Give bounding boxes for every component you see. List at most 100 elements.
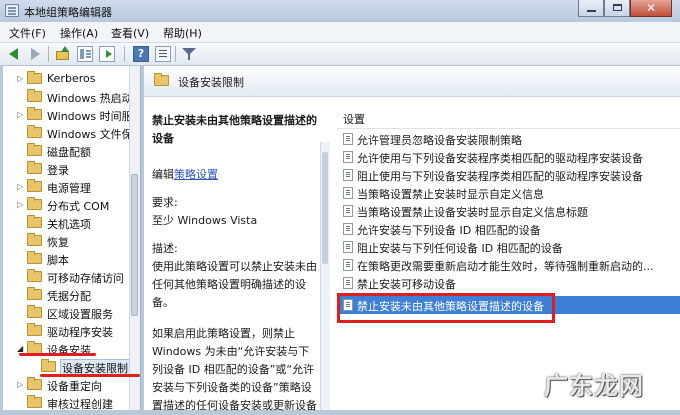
scrollbar-thumb[interactable] xyxy=(322,152,328,264)
policy-row[interactable]: 允许使用与下列设备安装程序类相匹配的驱动程序安装设备 xyxy=(337,148,680,166)
expand-icon[interactable]: ▷ xyxy=(17,381,25,389)
maximize-button[interactable] xyxy=(604,0,630,17)
folder-icon xyxy=(27,251,42,264)
edit-line: 编辑策略设置 xyxy=(152,166,218,182)
folder-icon xyxy=(27,143,42,156)
expand-icon[interactable] xyxy=(17,399,25,407)
forward-button[interactable] xyxy=(27,46,43,62)
menu-bar: 文件(F) 操作(A) 查看(V) 帮助(H) xyxy=(0,22,680,43)
tree-item-label: 电源管理 xyxy=(47,182,91,195)
tree-item[interactable]: 登录 xyxy=(3,160,130,178)
expand-icon[interactable] xyxy=(17,165,25,173)
tree-item[interactable]: 可移动存储访问 xyxy=(3,268,130,286)
edit-policy-link[interactable]: 策略设置 xyxy=(174,168,218,181)
tree-item[interactable]: 恢复 xyxy=(3,232,130,250)
expand-icon[interactable] xyxy=(17,327,25,335)
maximize-icon xyxy=(613,4,622,11)
menu-file[interactable]: 文件(F) xyxy=(9,25,46,41)
requirements-label: 要求: xyxy=(152,196,178,209)
policy-row[interactable]: 阻止安装与下列任何设备 ID 相匹配的设备 xyxy=(337,238,680,256)
tree-item[interactable]: ▷ 设备重定向 xyxy=(3,376,130,394)
minimize-button[interactable] xyxy=(578,0,604,17)
policy-row[interactable]: 禁止安装可移动设备 xyxy=(337,274,680,292)
tree-item[interactable]: 脚本 xyxy=(3,250,130,268)
tree-item[interactable]: ▷ 电源管理 xyxy=(3,178,130,196)
policy-title: 禁止安装未由其他策略设置描述的设备 xyxy=(152,114,317,145)
back-button[interactable] xyxy=(7,46,23,62)
expand-icon[interactable]: ▷ xyxy=(17,201,25,209)
tree-item[interactable]: Windows 文件保 xyxy=(3,124,133,142)
tree-item[interactable]: 驱动程序安装 xyxy=(3,322,130,340)
tree-item[interactable]: 磁盘配额 xyxy=(3,142,130,160)
expand-icon[interactable] xyxy=(17,219,25,227)
expand-icon[interactable] xyxy=(17,309,25,317)
policy-setting-icon xyxy=(343,205,353,217)
tree-item[interactable]: 凭据分配 xyxy=(3,286,130,304)
tree-item[interactable]: ▷ Kerberos xyxy=(3,70,130,88)
policy-row[interactable]: 阻止使用与下列设备安装程序类相匹配的驱动程序安装设备 xyxy=(337,166,680,184)
menu-help[interactable]: 帮助(H) xyxy=(163,25,202,41)
close-button[interactable]: ✕ xyxy=(630,0,672,17)
expand-icon[interactable]: ▷ xyxy=(17,111,25,119)
title-bar: 本地组策略编辑器 ✕ xyxy=(0,0,680,22)
forward-arrow-icon xyxy=(31,48,40,60)
edit-prefix: 编辑 xyxy=(152,168,174,181)
requirements-value: 至少 Windows Vista xyxy=(152,214,258,227)
back-arrow-icon xyxy=(9,48,18,60)
description-body-more: 如果启用此策略设置，则禁止 Windows 为未由“允许安装与下列设备 ID 相… xyxy=(152,327,317,412)
policy-label: 当策略设置禁止安装时显示自定义信息 xyxy=(357,188,544,201)
details-pane: 设备安装限制 禁止安装未由其他策略设置描述的设备 编辑策略设置 要求: 至少 W… xyxy=(144,66,680,412)
expand-icon[interactable] xyxy=(17,237,25,245)
expand-icon[interactable] xyxy=(17,147,25,155)
expand-icon[interactable] xyxy=(17,291,25,299)
expand-icon[interactable] xyxy=(17,255,25,263)
policy-setting-icon xyxy=(343,277,353,289)
up-folder-icon[interactable] xyxy=(55,46,71,62)
menu-view[interactable]: 查看(V) xyxy=(111,25,149,41)
policy-label: 允许安装与下列设备 ID 相匹配的设备 xyxy=(357,224,541,237)
folder-icon xyxy=(154,73,169,86)
folder-icon xyxy=(41,359,56,372)
expand-icon[interactable] xyxy=(17,93,25,101)
policy-setting-icon xyxy=(343,187,353,199)
folder-icon xyxy=(27,71,42,84)
export-list-icon[interactable] xyxy=(99,46,115,62)
properties-icon[interactable] xyxy=(155,46,171,62)
tree-scrollbar[interactable] xyxy=(129,66,140,410)
policy-setting-icon xyxy=(343,133,353,145)
policy-row[interactable]: 允许管理员忽略设备安装限制策略 xyxy=(337,130,680,148)
tree-item[interactable]: ▷ Windows 时间服 xyxy=(3,106,133,124)
filter-icon[interactable] xyxy=(181,46,197,62)
show-tree-icon[interactable] xyxy=(77,46,93,62)
policy-row[interactable]: 当策略设置禁止安装时显示自定义信息 xyxy=(337,184,680,202)
help-icon[interactable]: ? xyxy=(133,46,149,62)
tree-item[interactable]: 审核过程创建 xyxy=(3,394,130,410)
expand-icon[interactable] xyxy=(17,273,25,281)
column-header-setting[interactable]: 设置 xyxy=(337,106,680,129)
menu-action[interactable]: 操作(A) xyxy=(60,25,98,41)
expand-icon[interactable]: ▷ xyxy=(17,183,25,191)
folder-icon xyxy=(27,179,42,192)
minimize-icon xyxy=(587,10,596,12)
highlight-annotation-box xyxy=(337,293,555,323)
policy-row[interactable]: 在策略更改需要重新启动才能生效时，等待强制重新启动的... xyxy=(337,256,680,274)
description-scrollbar[interactable] xyxy=(320,142,330,410)
tree-item[interactable]: ▷ 分布式 COM xyxy=(3,196,130,214)
tree-item[interactable]: 关机选项 xyxy=(3,214,130,232)
tree-item-label: 设备重定向 xyxy=(47,380,102,393)
expand-icon[interactable] xyxy=(17,129,25,137)
folder-icon xyxy=(27,395,42,408)
tree-item-label: 驱动程序安装 xyxy=(47,326,113,339)
folder-icon xyxy=(27,269,42,282)
tree-item[interactable]: 区域设置服务 xyxy=(3,304,130,322)
expand-icon[interactable]: ▷ xyxy=(17,75,25,83)
window-title: 本地组策略编辑器 xyxy=(24,6,112,19)
tree-item[interactable]: Windows 热启动 xyxy=(3,88,133,106)
policy-row[interactable]: 当策略设置禁止设备安装时显示自定义信息标题 xyxy=(337,202,680,220)
scrollbar-thumb[interactable] xyxy=(131,174,138,316)
app-icon xyxy=(5,4,19,17)
folder-icon xyxy=(27,233,42,246)
collapse-icon[interactable]: ◢ xyxy=(17,345,25,353)
folder-icon xyxy=(27,287,42,300)
policy-row[interactable]: 允许安装与下列设备 ID 相匹配的设备 xyxy=(337,220,680,238)
